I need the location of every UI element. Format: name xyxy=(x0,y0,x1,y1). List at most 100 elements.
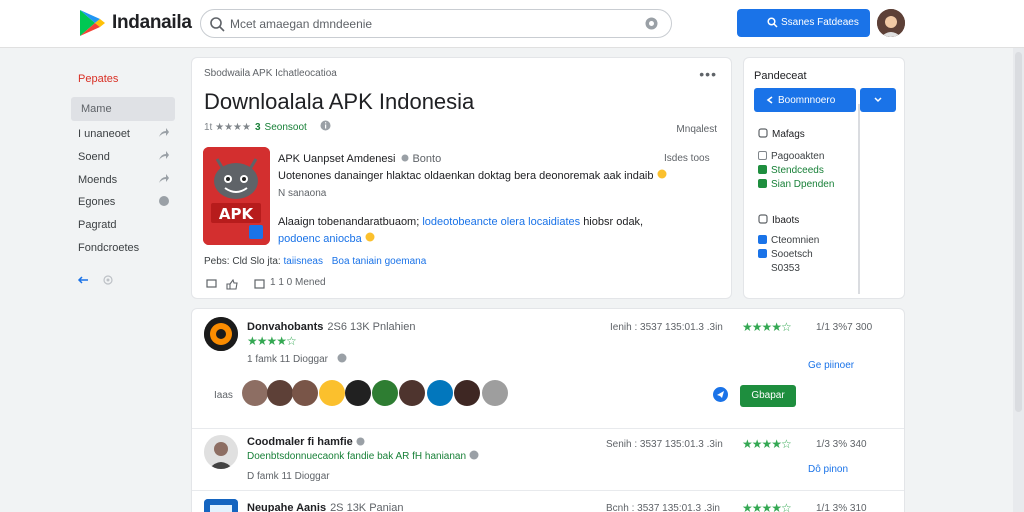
page-title: Downloalala APK Indonesia xyxy=(204,89,475,114)
developer-avatar[interactable] xyxy=(319,380,345,406)
top-bar: Indanaila Mcet amaegan dmndeenie Ssanes … xyxy=(0,0,1024,48)
sidebar-item[interactable]: Egones xyxy=(78,196,174,208)
sidebar-item[interactable]: I unaneoet xyxy=(78,128,174,140)
scrollbar-thumb[interactable] xyxy=(1015,52,1022,412)
checkbox[interactable] xyxy=(758,249,767,258)
user-avatar[interactable] xyxy=(877,9,905,37)
panel-divider xyxy=(858,104,860,294)
developer-avatar[interactable] xyxy=(242,380,268,406)
checkbox[interactable] xyxy=(758,235,767,244)
app-more-link[interactable]: Dô pinon xyxy=(808,464,848,475)
checkbox[interactable] xyxy=(758,151,767,160)
filter-option[interactable]: S0353 xyxy=(758,263,800,274)
telegram-icon[interactable] xyxy=(713,387,728,402)
app-icon: APK xyxy=(203,147,270,245)
developers-label: Iaas xyxy=(214,390,233,401)
page-scrollbar[interactable] xyxy=(1013,48,1024,512)
header-action-button[interactable]: Ssanes Fatdeaes xyxy=(737,9,870,37)
tag-link[interactable]: Boa taniain goemana xyxy=(332,256,427,267)
app-avatar xyxy=(204,317,238,351)
info-icon[interactable] xyxy=(320,120,331,131)
list-item[interactable]: Coodmaler fi hamfie Doenbtsdonnuecaonk f… xyxy=(192,429,904,491)
section-title: Ibaots xyxy=(758,214,799,226)
checkbox[interactable] xyxy=(758,179,767,188)
comment-icon[interactable] xyxy=(206,279,217,290)
info-icon[interactable] xyxy=(337,353,347,363)
app-rating-stars-right: ★★★★☆ xyxy=(742,501,792,512)
app-detail-card: Sbodwaila APK Ichatleocatioa ••• Downloa… xyxy=(191,57,732,299)
back-arrow-icon[interactable] xyxy=(77,274,89,286)
info-icon[interactable] xyxy=(469,450,479,460)
more-options-icon[interactable]: ••• xyxy=(699,66,717,82)
filter-option[interactable]: Sian Dpenden xyxy=(758,179,834,190)
developer-avatar[interactable] xyxy=(372,380,398,406)
app-name[interactable]: Coodmaler fi hamfie xyxy=(247,436,365,448)
sidebar-item[interactable]: Soend xyxy=(78,151,174,163)
search-bar[interactable]: Mcet amaegan dmndeenie xyxy=(200,9,828,38)
panel-primary-button[interactable]: Boomnnoero xyxy=(754,88,856,112)
sidebar-item-active[interactable]: Mame xyxy=(71,97,175,121)
developer-avatar[interactable] xyxy=(399,380,425,406)
description-line-4: podoenc aniocba xyxy=(278,232,375,245)
app-subtitle: Doenbtsdonnuecaonk fandie bak AR fH hani… xyxy=(247,450,479,462)
app-list: Donvahobants 2S6 13K Pnlahien ★★★★☆ 1 fam… xyxy=(191,308,905,512)
voice-search-icon[interactable] xyxy=(644,16,659,31)
developer-meta: Isdes toos xyxy=(664,153,710,164)
emoji-icon xyxy=(657,169,667,179)
app-name[interactable]: Neupahe Aanis 2S 13K Panian xyxy=(247,502,403,512)
tags-line: Pebs: Cld Slo jta: taiisneas Boa taniain… xyxy=(204,256,427,267)
like-icon[interactable] xyxy=(226,279,238,290)
right-note: Mnqalest xyxy=(676,124,717,135)
description-link[interactable]: lodeotobeancte olera locaidiates xyxy=(422,216,580,228)
app-more-link[interactable]: Ge piinoer xyxy=(808,360,854,371)
verified-icon xyxy=(356,437,365,446)
app-rating-stars-right: ★★★★☆ xyxy=(742,320,792,334)
settings-icon[interactable] xyxy=(103,275,113,285)
sidebar-item[interactable]: Pagratd xyxy=(78,219,174,231)
checkbox[interactable] xyxy=(758,263,767,272)
list-item[interactable]: Neupahe Aanis 2S 13K Panian Bcnh : 3537 1… xyxy=(192,491,904,512)
tag-link[interactable]: taiisneas xyxy=(284,256,323,267)
rating-row: 1t ★★★★ 3 Seonsoot xyxy=(204,120,331,133)
share-arrow-icon xyxy=(159,174,169,183)
sidebar-item[interactable]: Fondcroetes xyxy=(78,242,174,254)
search-input[interactable]: Mcet amaegan dmndeenie xyxy=(230,17,372,31)
filter-option[interactable]: Cteomnien xyxy=(758,235,819,246)
developer-avatar[interactable] xyxy=(267,380,293,406)
checkbox[interactable] xyxy=(758,165,767,174)
app-count: 1/1 3%7 300 xyxy=(816,322,873,333)
app-rating-stars-right: ★★★★☆ xyxy=(742,437,792,451)
filter-option[interactable]: Sooetsch xyxy=(758,249,813,260)
filter-option[interactable]: Pagooakten xyxy=(758,151,824,162)
emoji-icon xyxy=(365,232,375,242)
list-item[interactable]: Donvahobants 2S6 13K Pnlahien ★★★★☆ 1 fam… xyxy=(192,309,904,429)
filter-option[interactable]: Stendceeds xyxy=(758,165,824,176)
svg-text:APK: APK xyxy=(219,205,255,223)
app-stats: Ienih : 3537 135:01.3 .3in xyxy=(610,322,723,333)
install-button[interactable]: Gbapar xyxy=(740,385,796,407)
developer-avatar[interactable] xyxy=(427,380,453,406)
app-name[interactable]: Donvahobants 2S6 13K Pnlahien xyxy=(247,321,415,333)
panel-dropdown-button[interactable] xyxy=(860,88,896,112)
search-icon xyxy=(767,17,778,28)
developer-avatar[interactable] xyxy=(454,380,480,406)
breadcrumb[interactable]: Sbodwaila APK Ichatleocatioa xyxy=(204,68,337,79)
developer-avatar[interactable] xyxy=(345,380,371,406)
description-line-3: Alaaign tobenandaratbuaom; lodeotobeanct… xyxy=(278,216,644,228)
description-link[interactable]: podoenc aniocba xyxy=(278,233,362,245)
developer-avatar[interactable] xyxy=(482,380,508,406)
app-rating-stars: ★★★★☆ xyxy=(247,334,297,348)
app-meta: D famk 11 Dioggar xyxy=(247,471,330,482)
tag-icon xyxy=(758,128,768,138)
app-avatar-image xyxy=(204,435,238,469)
app-avatar xyxy=(204,435,238,469)
brand-name[interactable]: Indanaila xyxy=(112,12,192,34)
sidebar-item[interactable]: Moends xyxy=(78,174,174,186)
developer-avatar[interactable] xyxy=(292,380,318,406)
play-store-logo-icon[interactable] xyxy=(78,8,106,38)
telegram-glyph xyxy=(717,391,724,398)
share-arrow-icon xyxy=(159,151,169,160)
chevron-left-icon xyxy=(766,96,773,104)
flag-icon[interactable] xyxy=(254,279,265,290)
share-arrow-icon xyxy=(159,128,169,137)
